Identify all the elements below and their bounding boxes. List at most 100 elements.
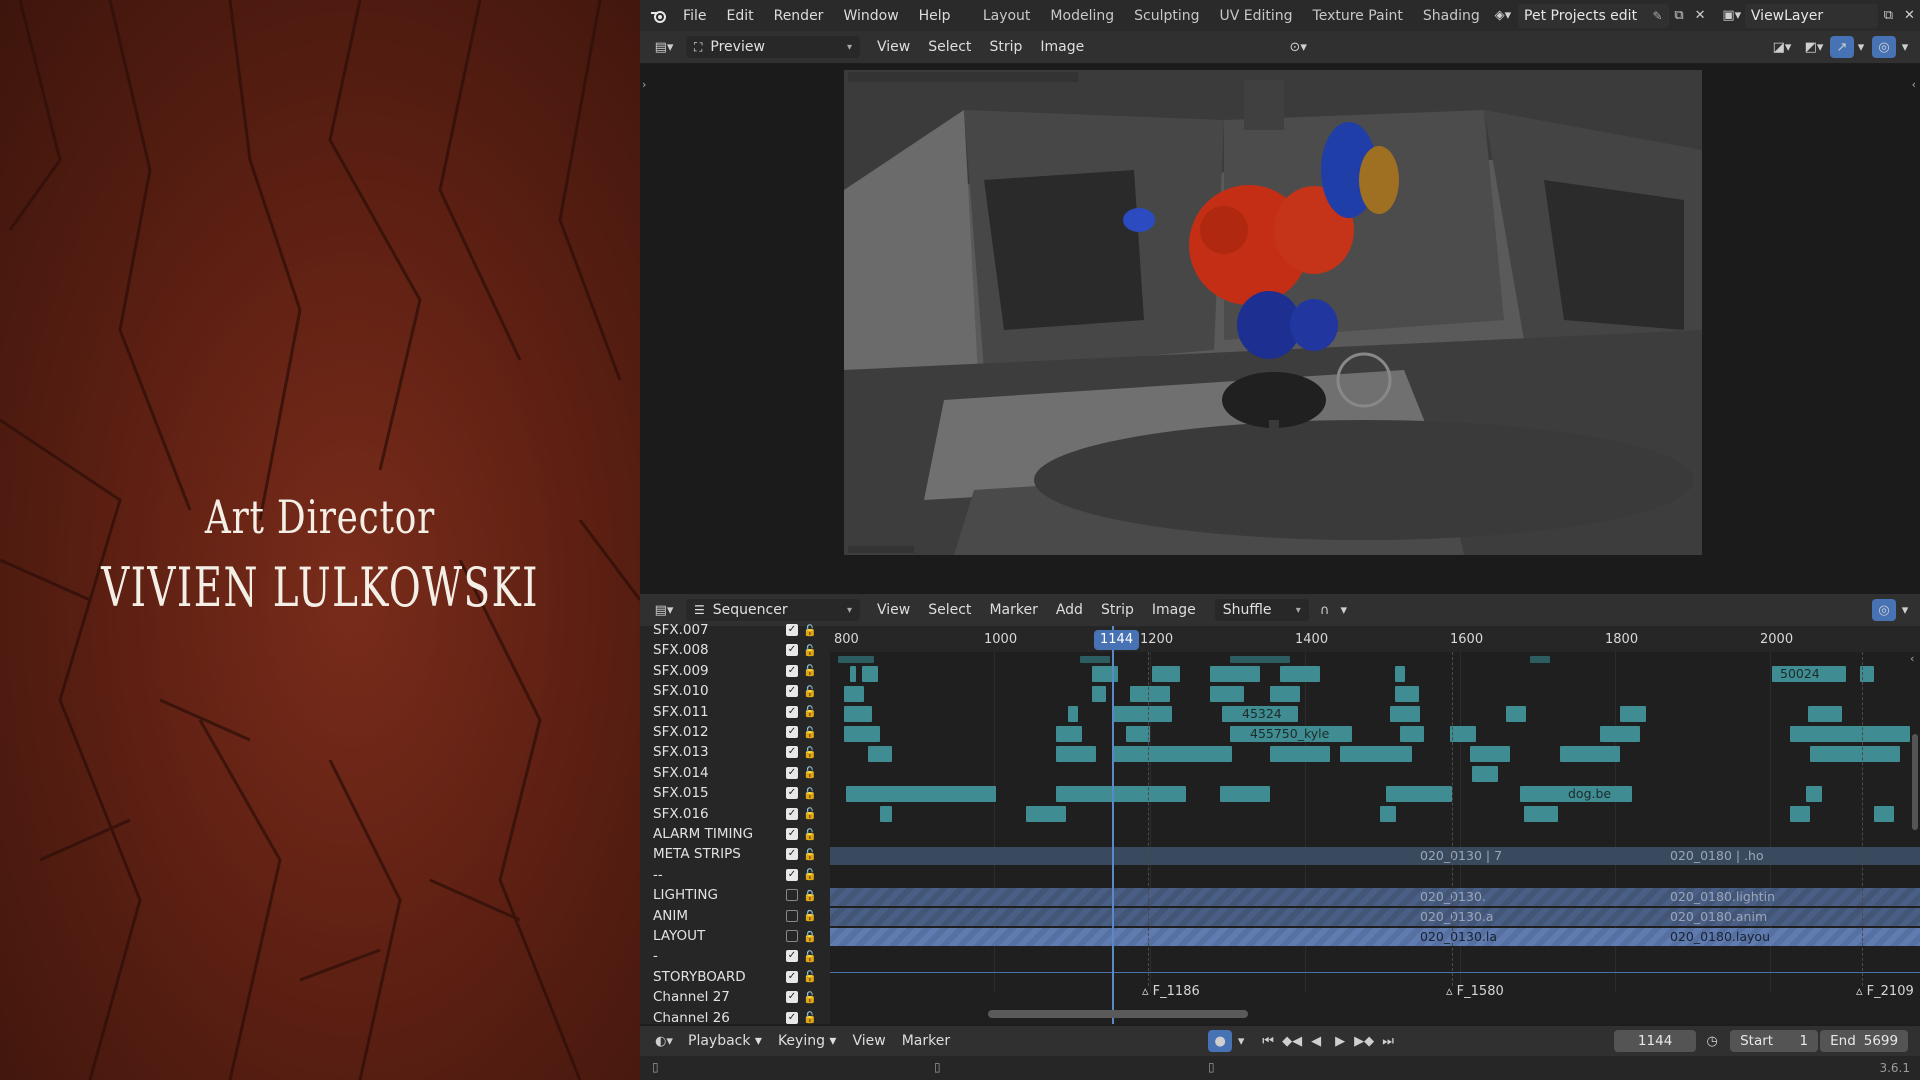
lock-icon[interactable]: 🔒 (803, 909, 817, 922)
channel-row[interactable]: SFX.011 ✓ 🔓 (640, 702, 830, 722)
lock-icon[interactable]: 🔓 (803, 970, 817, 983)
preview-menu-strip[interactable]: Strip (980, 39, 1031, 55)
strip[interactable] (1790, 806, 1810, 822)
strip[interactable] (1026, 806, 1066, 822)
strip[interactable] (868, 746, 892, 762)
strip[interactable] (1790, 726, 1910, 742)
strip[interactable] (1560, 746, 1620, 762)
overlay-dropdown-icon[interactable]: ▾ (1896, 36, 1914, 58)
seq-editor-type-icon[interactable]: ▤▾ (648, 599, 680, 621)
menu-edit[interactable]: Edit (716, 8, 763, 24)
strip[interactable] (1112, 746, 1232, 762)
channel-visibility-checkbox[interactable]: ✓ (786, 787, 798, 800)
lock-icon[interactable]: 🔓 (803, 705, 817, 718)
snap-icon[interactable]: ∩ (1313, 599, 1337, 621)
channel-row[interactable]: -- ✓ 🔓 (640, 865, 830, 885)
menu-window[interactable]: Window (833, 8, 908, 24)
lock-icon[interactable]: 🔓 (803, 807, 817, 820)
strip[interactable] (1270, 746, 1330, 762)
layout-lane[interactable]: 020_0130.la 020_0180.layou (830, 928, 1920, 946)
strip[interactable] (1152, 666, 1180, 682)
strip[interactable] (1472, 766, 1498, 782)
end-frame-field[interactable]: End 5699 (1820, 1030, 1909, 1052)
gizmo-icon[interactable]: ↗ (1830, 36, 1854, 58)
record-icon[interactable]: ● (1208, 1030, 1233, 1052)
lock-icon[interactable]: 🔓 (803, 685, 817, 698)
overlay-icon[interactable]: ◎ (1872, 36, 1896, 58)
channel-row[interactable]: SFX.009 ✓ 🔓 (640, 661, 830, 681)
strip[interactable] (1808, 706, 1842, 722)
horizontal-scrollbar[interactable] (988, 1010, 1248, 1018)
strip[interactable] (1380, 806, 1396, 822)
channel-name[interactable]: SFX.010 (653, 683, 709, 699)
channel-visibility-checkbox[interactable] (786, 930, 798, 942)
channel-row[interactable]: ALARM TIMING ✓ 🔓 (640, 824, 830, 844)
channel-visibility-checkbox[interactable] (786, 909, 798, 922)
strip[interactable] (1112, 706, 1172, 722)
channel-row[interactable]: Channel 26 ✓ 🔓 (640, 1008, 830, 1028)
seq-view-type-dropdown[interactable]: ☰ Sequencer ▾ (686, 599, 860, 621)
channel-row[interactable]: SFX.015 ✓ 🔓 (640, 783, 830, 803)
strip[interactable] (1130, 686, 1170, 702)
lock-icon[interactable]: 🔓 (803, 787, 817, 800)
menu-render[interactable]: Render (764, 8, 834, 24)
timeline-marker[interactable]: ▵ F_1186 (1142, 984, 1200, 999)
channel-visibility-checkbox[interactable]: ✓ (786, 664, 798, 677)
channel-name[interactable]: SFX.012 (653, 724, 709, 740)
channel-name[interactable]: LAYOUT (653, 928, 705, 944)
menu-help[interactable]: Help (909, 8, 961, 24)
strip[interactable] (1810, 746, 1900, 762)
vertical-scrollbar[interactable] (1912, 734, 1918, 830)
preview-menu-image[interactable]: Image (1031, 39, 1093, 55)
sidebar-toggle-icon[interactable]: ‹ (1910, 652, 1914, 665)
channel-name[interactable]: SFX.009 (653, 663, 709, 679)
channel-visibility-checkbox[interactable]: ✓ (786, 685, 798, 698)
lock-icon[interactable]: 🔓 (803, 766, 817, 779)
snap-dropdown-icon[interactable]: ▾ (1337, 599, 1351, 621)
strip[interactable] (844, 706, 872, 722)
gizmo-dropdown-icon[interactable]: ▾ (1854, 36, 1868, 58)
remove-view-layer-icon[interactable]: ✕ (1899, 5, 1920, 27)
record-dropdown-icon[interactable]: ▾ (1232, 1030, 1250, 1052)
channel-row[interactable]: SFX.014 ✓ 🔓 (640, 763, 830, 783)
seq-menu-marker[interactable]: Marker (980, 602, 1046, 618)
strip[interactable] (1092, 686, 1106, 702)
lock-icon[interactable]: 🔓 (803, 624, 817, 637)
view-layer-field[interactable]: ViewLayer (1744, 3, 1878, 28)
strip[interactable] (1056, 786, 1186, 802)
seq-menu-strip[interactable]: Strip (1092, 602, 1143, 618)
seq-menu-image[interactable]: Image (1143, 602, 1205, 618)
timeline-editor-icon[interactable]: ◐▾ (648, 1030, 680, 1052)
lock-icon[interactable]: 🔓 (803, 1011, 817, 1024)
strip[interactable] (1400, 726, 1424, 742)
menu-file[interactable]: File (673, 8, 716, 24)
channel-name[interactable]: ALARM TIMING (653, 826, 753, 842)
pin-icon[interactable]: ✎ (1652, 9, 1662, 23)
channel-row[interactable]: - ✓ 🔓 (640, 946, 830, 966)
strip[interactable] (1470, 746, 1510, 762)
tab-texture-paint[interactable]: Texture Paint (1303, 8, 1413, 24)
tab-shading[interactable]: Shading (1413, 8, 1490, 24)
lock-icon[interactable]: 🔓 (803, 726, 817, 739)
current-frame-field[interactable]: 1144 (1614, 1030, 1697, 1052)
channel-row[interactable]: META STRIPS ✓ 🔓 (640, 844, 830, 864)
scopes-icon[interactable]: ◩▾ (1798, 36, 1830, 58)
lock-icon[interactable]: 🔓 (803, 991, 817, 1004)
prev-keyframe-icon[interactable]: ◆◀ (1280, 1030, 1304, 1052)
channel-row[interactable]: SFX.010 ✓ 🔓 (640, 681, 830, 701)
seq-menu-add[interactable]: Add (1047, 602, 1092, 618)
channel-name[interactable]: -- (653, 867, 663, 883)
channel-row[interactable]: SFX.016 ✓ 🔓 (640, 804, 830, 824)
seq-menu-select[interactable]: Select (919, 602, 980, 618)
channel-name[interactable]: SFX.011 (653, 704, 709, 720)
pivot-icon[interactable]: ⊙▾ (1281, 36, 1315, 58)
lock-icon[interactable]: 🔓 (803, 746, 817, 759)
channel-row[interactable]: SFX.012 ✓ 🔓 (640, 722, 830, 742)
strip[interactable] (1270, 686, 1300, 702)
strip[interactable] (844, 686, 864, 702)
channel-name[interactable]: - (653, 948, 658, 964)
strip[interactable] (1340, 746, 1412, 762)
expand-left-icon[interactable]: › (642, 78, 646, 91)
channel-name[interactable]: STORYBOARD (653, 969, 746, 985)
channel-name[interactable]: SFX.015 (653, 785, 709, 801)
